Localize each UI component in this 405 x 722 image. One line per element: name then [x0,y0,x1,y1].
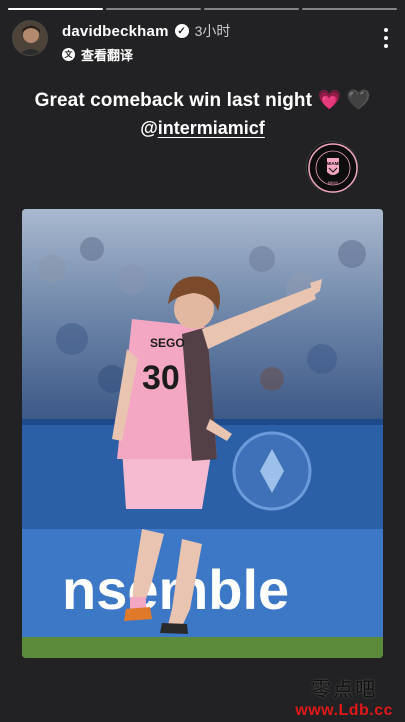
more-dot [384,28,388,32]
progress-segment [204,8,299,10]
avatar[interactable] [12,20,48,56]
verified-badge-icon: ✓ [174,24,189,38]
translate-icon: 文 [62,47,75,61]
user-row: davidbeckham ✓ 3小时 [62,20,230,42]
jersey-number: 30 [142,359,180,397]
progress-segment [106,8,201,10]
watermark-cn: 零点吧 [311,677,378,701]
story-meta: davidbeckham ✓ 3小时 文 查看翻译 [62,20,230,64]
see-translation-link[interactable]: 查看翻译 [81,45,133,64]
username[interactable]: davidbeckham [62,23,169,40]
avatar-image [13,21,47,55]
more-dot [384,44,388,48]
player-photo: nsemble 30 SEGO [22,209,383,658]
pink-heart-emoji: 💗 [317,90,342,111]
jersey-name: SEGO [150,336,185,350]
inter-miami-crest-icon[interactable]: MIAMI MMXX [306,141,358,193]
story-progress-bar [8,8,397,10]
story-viewer[interactable]: davidbeckham ✓ 3小时 文 查看翻译 Great comeback… [0,0,405,722]
progress-segment [8,8,103,10]
story-header: davidbeckham ✓ 3小时 文 查看翻译 [12,20,393,64]
mention-prefix: @ [140,118,158,138]
story-photo[interactable]: nsemble 30 SEGO [22,209,383,658]
caption-line-1: Great comeback win last night 💗 🖤 [0,88,405,112]
crest-text-top: MIAMI [326,161,339,166]
story-caption: Great comeback win last night 💗 🖤 @inter… [0,88,405,139]
crest-text-bottom: MMXX [328,181,339,185]
post-time: 3小时 [194,23,231,39]
black-heart-emoji: 🖤 [346,90,371,111]
more-options-icon[interactable] [381,28,391,48]
mention-handle[interactable]: intermiamicf [158,118,265,138]
translate-row[interactable]: 文 查看翻译 [62,44,230,64]
progress-segment [302,8,397,10]
caption-text: Great comeback win last night [34,90,313,111]
mention-tag[interactable]: @intermiamicf [0,118,405,139]
crest-graphic: MIAMI MMXX [308,143,358,193]
site-watermark: 零点吧 www.Ldb.cc [295,673,393,720]
more-dot [384,36,388,40]
watermark-url: www.Ldb.cc [295,702,393,719]
